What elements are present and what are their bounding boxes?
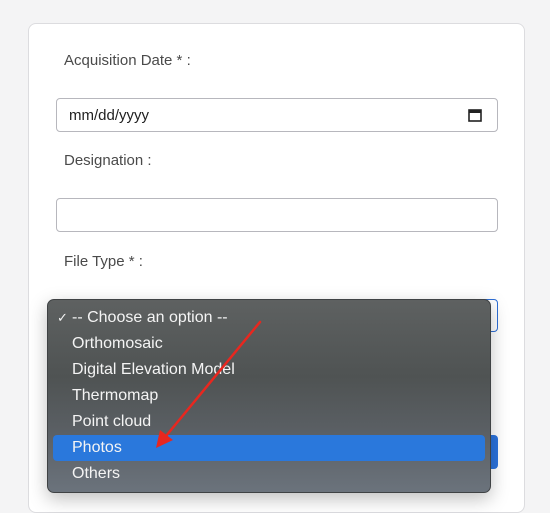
acquisition-date-label: Acquisition Date * : xyxy=(64,52,191,69)
designation-input[interactable] xyxy=(56,198,498,232)
calendar-icon[interactable] xyxy=(467,107,483,123)
dropdown-option-thermomap[interactable]: Thermomap xyxy=(48,383,490,409)
designation-label: Designation : xyxy=(64,152,152,169)
option-label: Digital Elevation Model xyxy=(72,361,235,378)
dropdown-option-orthomosaic[interactable]: Orthomosaic xyxy=(48,331,490,357)
checkmark-icon: ✓ xyxy=(57,310,68,325)
dropdown-option-dem[interactable]: Digital Elevation Model xyxy=(48,357,490,383)
option-label: Others xyxy=(72,465,121,482)
file-type-label: File Type * : xyxy=(64,253,143,270)
file-type-dropdown-menu: ✓ -- Choose an option -- Orthomosaic Dig… xyxy=(47,299,491,493)
dropdown-option-choose[interactable]: ✓ -- Choose an option -- xyxy=(48,305,490,331)
dropdown-option-point-cloud[interactable]: Point cloud xyxy=(48,409,490,435)
dropdown-option-photos[interactable]: Photos xyxy=(53,435,485,461)
option-label: -- Choose an option -- xyxy=(72,309,228,326)
option-label: Thermomap xyxy=(72,387,159,404)
option-label: Orthomosaic xyxy=(72,335,163,352)
dropdown-option-others[interactable]: Others xyxy=(48,461,490,487)
option-label: Point cloud xyxy=(72,413,152,430)
option-label: Photos xyxy=(72,439,122,456)
acquisition-date-placeholder: mm/dd/yyyy xyxy=(69,107,150,124)
acquisition-date-input[interactable]: mm/dd/yyyy xyxy=(56,98,498,132)
